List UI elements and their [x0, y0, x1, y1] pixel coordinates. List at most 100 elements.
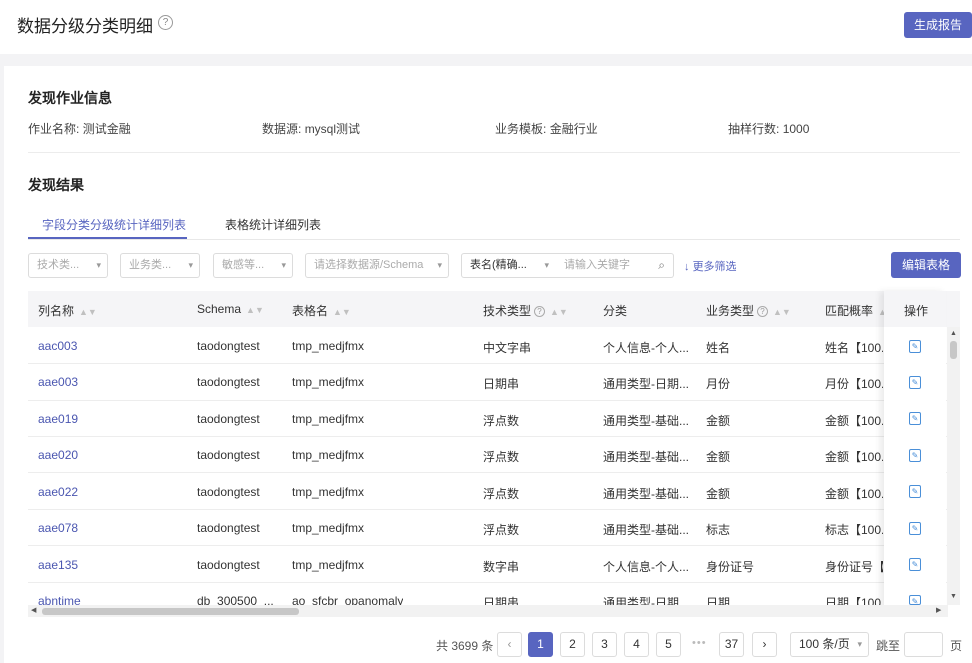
vertical-scrollbar[interactable]: ▲ ▼ [947, 327, 960, 605]
edit-icon[interactable]: ✎ [909, 485, 921, 498]
chevron-down-icon: ▾ [96, 260, 101, 270]
page-button-1[interactable]: 1 [528, 632, 553, 657]
edit-icon[interactable]: ✎ [909, 558, 921, 571]
keyword-search-input[interactable]: 请输入关键字 ⌕ [555, 253, 674, 278]
section-divider [28, 152, 960, 153]
column-name-link[interactable]: aae003 [38, 375, 78, 389]
next-page-button[interactable]: › [752, 632, 777, 657]
page-button-5[interactable]: 5 [656, 632, 681, 657]
search-icon[interactable]: ⌕ [658, 254, 665, 277]
match-cell: 金额【100.0 [825, 487, 883, 501]
biz-type-filter[interactable]: 业务类... ▾ [120, 253, 200, 278]
tech-type-cell: 数字串 [483, 560, 520, 574]
edit-icon[interactable]: ✎ [909, 376, 921, 389]
page-ellipsis[interactable]: ••• [692, 637, 707, 649]
page-button-4[interactable]: 4 [624, 632, 649, 657]
question-circle-icon[interactable]: ? [534, 306, 546, 317]
prev-page-button[interactable]: ‹ [497, 632, 522, 657]
edit-icon[interactable]: ✎ [909, 449, 921, 462]
col-header-table[interactable]: 表格名 ▲▼ [292, 302, 351, 319]
col-header-biz-type[interactable]: 业务类型? ▲▼ [706, 302, 791, 319]
col-header-tech-type[interactable]: 技术类型? ▲▼ [483, 302, 568, 319]
sort-icon[interactable]: ▲▼ [79, 307, 97, 317]
sort-icon[interactable]: ▲▼ [773, 307, 791, 317]
jump-page-input[interactable] [904, 632, 943, 657]
table-name-cell: ao_sfcbr_opanomaly [292, 594, 404, 605]
arrow-down-icon: ↓ [684, 261, 690, 273]
generate-report-button[interactable]: 生成报告 [904, 12, 972, 38]
biz-type-cell: 金额 [706, 450, 731, 464]
results-title: 发现结果 [28, 177, 84, 193]
page-size-select[interactable]: 100 条/页 ▾ [790, 632, 869, 657]
tab-baseline [28, 239, 960, 240]
schema-cell: taodongtest [197, 375, 260, 389]
page-button-2[interactable]: 2 [560, 632, 585, 657]
category-cell: 通用类型-日期... [603, 596, 689, 605]
tab-field-stats[interactable]: 字段分类分级统计详细列表 [42, 216, 186, 233]
vertical-scroll-thumb[interactable] [950, 341, 957, 359]
col-header-category: 分类 [603, 304, 628, 318]
datasource-filter[interactable]: 请选择数据源/Schema ▾ [305, 253, 449, 278]
edit-icon[interactable]: ✎ [909, 412, 921, 425]
scroll-left-icon[interactable]: ◀ [31, 606, 36, 614]
schema-cell: taodongtest [197, 558, 260, 572]
total-count: 共 3699 条 [436, 639, 494, 653]
operations-header: 操作 [884, 291, 946, 327]
column-name-link[interactable]: aae019 [38, 412, 78, 426]
category-cell: 通用类型-基础... [603, 414, 689, 428]
column-name-link[interactable]: aae135 [38, 558, 78, 572]
chevron-down-icon: ▾ [544, 260, 549, 270]
match-cell: 日期【100.0 [825, 596, 883, 605]
column-name-link[interactable]: aae078 [38, 521, 78, 535]
job-name-info: 作业名称: 测试金融 [28, 122, 131, 136]
column-name-link[interactable]: aae020 [38, 448, 78, 462]
edit-icon[interactable]: ✎ [909, 595, 921, 606]
more-filters-link[interactable]: ↓ 更多筛选 [684, 258, 737, 274]
table-name-cell: tmp_medjfmx [292, 558, 365, 572]
category-cell: 个人信息-个人... [603, 341, 689, 355]
col-header-name[interactable]: 列名称 ▲▼ [38, 302, 97, 319]
horizontal-scroll-thumb[interactable] [42, 608, 299, 615]
row-divider [28, 363, 948, 364]
chevron-right-icon: › [762, 637, 767, 651]
tab-table-stats[interactable]: 表格统计详细列表 [225, 216, 321, 233]
biz-type-cell: 金额 [706, 414, 731, 428]
question-circle-icon[interactable]: ? [757, 306, 769, 317]
column-name-link[interactable]: aac003 [38, 339, 77, 353]
job-info-title: 发现作业信息 [28, 90, 112, 106]
table-name-mode-select[interactable]: 表名(精确... ▾ [461, 253, 556, 278]
sort-icon[interactable]: ▲▼ [550, 307, 568, 317]
column-name-link[interactable]: aae022 [38, 485, 78, 499]
page-title: 数据分级分类明细 [17, 17, 153, 36]
horizontal-scrollbar[interactable]: ◀ ▶ [28, 605, 948, 617]
sensitivity-filter[interactable]: 敏感等... ▾ [213, 253, 293, 278]
sort-icon[interactable]: ▲▼ [246, 305, 264, 315]
schema-cell: db_300500_... [197, 594, 274, 605]
page-button-last[interactable]: 37 [719, 632, 744, 657]
chevron-down-icon: ▾ [188, 260, 193, 270]
tech-type-cell: 浮点数 [483, 414, 520, 428]
sort-icon[interactable]: ▲▼ [333, 307, 351, 317]
scroll-up-icon[interactable]: ▲ [950, 330, 957, 337]
question-circle-icon[interactable]: ? [158, 15, 173, 30]
schema-cell: taodongtest [197, 448, 260, 462]
tech-type-filter[interactable]: 技术类... ▾ [28, 253, 108, 278]
tech-type-cell: 日期串 [483, 377, 520, 391]
row-divider [28, 582, 948, 583]
match-cell: 金额【100.0 [825, 450, 883, 464]
category-cell: 个人信息-个人... [603, 560, 689, 574]
row-divider [28, 436, 948, 437]
scroll-down-icon[interactable]: ▼ [950, 593, 957, 600]
match-cell: 标志【100.0 [825, 523, 883, 537]
page-unit-label: 页 [950, 639, 963, 653]
match-cell: 身份证号【1 [825, 560, 883, 574]
edit-icon[interactable]: ✎ [909, 522, 921, 535]
page-button-3[interactable]: 3 [592, 632, 617, 657]
chevron-down-icon: ▾ [437, 260, 442, 270]
col-header-schema[interactable]: Schema ▲▼ [197, 302, 264, 316]
edit-icon[interactable]: ✎ [909, 340, 921, 353]
tech-type-cell: 中文字串 [483, 341, 532, 355]
edit-table-button[interactable]: 编辑表格 [891, 252, 961, 278]
scroll-right-icon[interactable]: ▶ [936, 606, 941, 614]
column-name-link[interactable]: abntime [38, 594, 81, 605]
